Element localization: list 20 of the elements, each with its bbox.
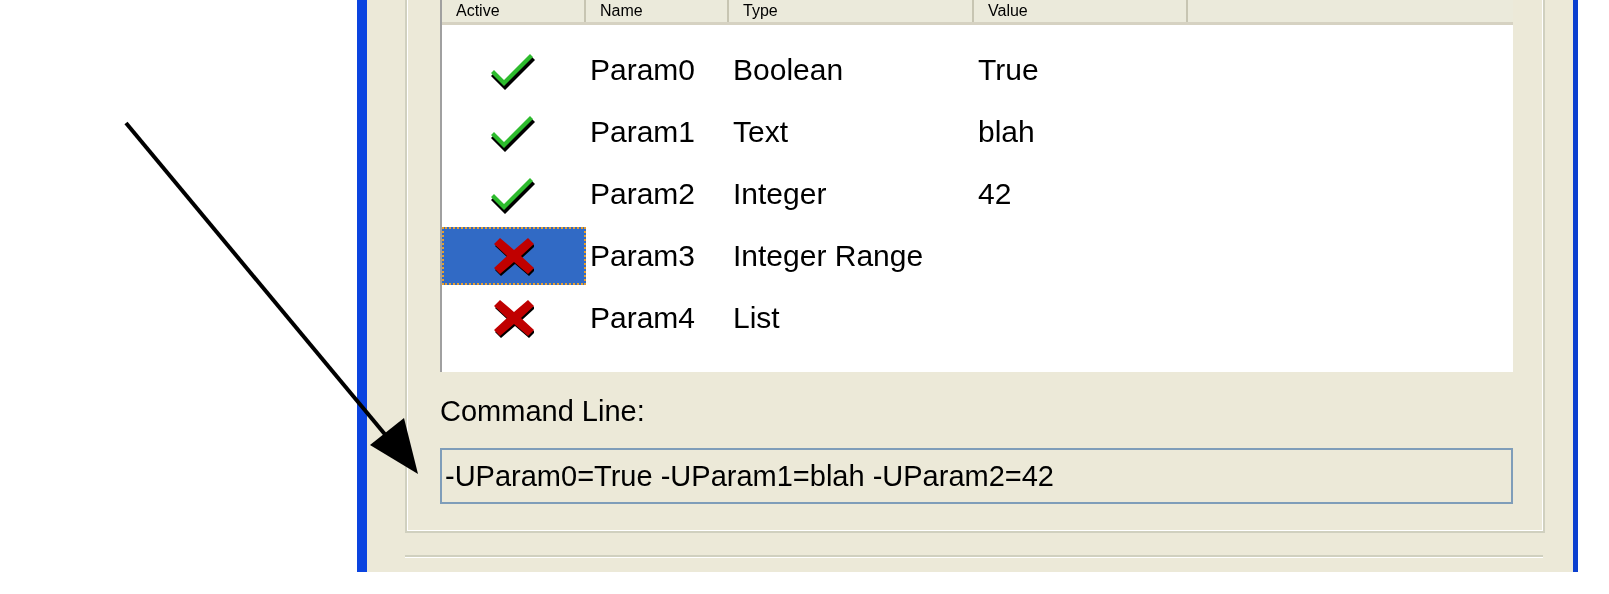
table-cell-text: Param2 — [589, 177, 697, 211]
table-cell-text: Integer Range — [732, 239, 925, 273]
table-cell-text: True — [977, 53, 1040, 87]
column-header[interactable]: Value — [974, 0, 1188, 22]
table-cell-text: Param3 — [589, 239, 697, 273]
table-cell-text: Param1 — [589, 115, 697, 149]
command-line-field[interactable]: -UParam0=True -UParam1=blah -UParam2=42 — [440, 448, 1513, 504]
table-cell-text: Integer — [732, 177, 828, 211]
list-row[interactable] — [442, 227, 586, 285]
table-cell-text: Param4 — [589, 301, 697, 335]
table-cell-text: blah — [977, 115, 1036, 149]
table-cell-text: Param0 — [589, 53, 697, 87]
table-cell-text: 42 — [977, 177, 1013, 211]
column-header[interactable]: Type — [729, 0, 974, 22]
column-header[interactable]: Active — [442, 0, 586, 22]
column-header[interactable]: Name — [586, 0, 729, 22]
table-cell-text: Text — [732, 115, 790, 149]
field-label: Command Line: — [440, 394, 645, 428]
table-cell-text: Boolean — [732, 53, 845, 87]
table-cell-text: List — [732, 301, 781, 335]
